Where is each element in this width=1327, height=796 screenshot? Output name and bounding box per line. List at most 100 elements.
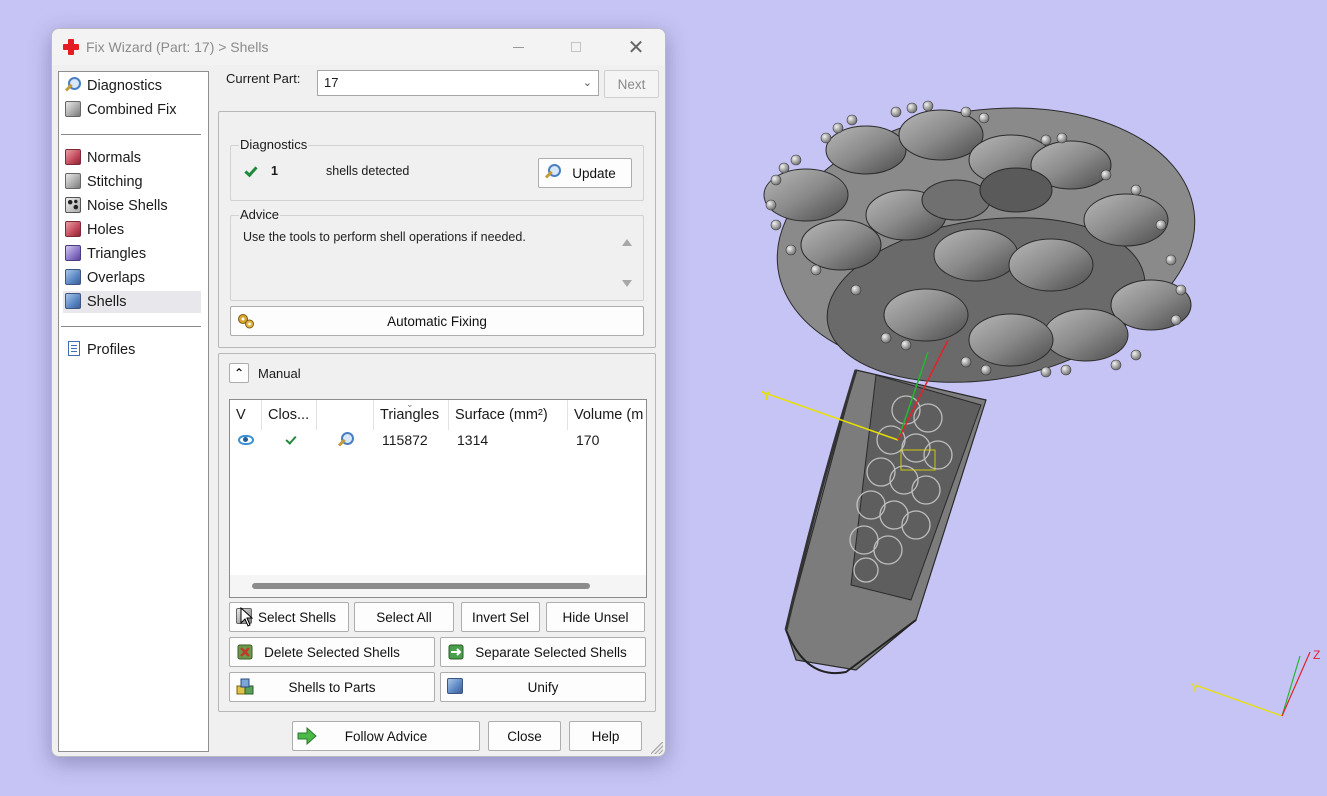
- sidebar-item-triangles[interactable]: Triangles: [63, 243, 201, 265]
- column-header-visible[interactable]: V: [230, 400, 262, 430]
- diagnostics-group: Diagnostics 1 shells detected Update: [230, 137, 644, 201]
- shells-to-parts-icon: [236, 678, 254, 696]
- invert-sel-button[interactable]: Invert Sel: [461, 602, 540, 632]
- column-header-icon[interactable]: [317, 400, 374, 430]
- select-shells-label: Select Shells: [257, 609, 337, 625]
- column-header-triangles[interactable]: Triangles ⌄: [374, 400, 449, 430]
- ok-check-icon: [244, 162, 258, 178]
- table-horizontal-scrollbar[interactable]: [230, 575, 646, 597]
- gizmo-y-label: Y: [1191, 681, 1199, 695]
- current-part-label: Current Part:: [226, 71, 301, 86]
- shell-inspect-magnifier-icon[interactable]: [330, 430, 354, 450]
- help-button[interactable]: Help: [569, 721, 642, 751]
- green-arrow-right-icon: [297, 726, 317, 746]
- unify-label: Unify: [527, 679, 559, 695]
- current-part-value: 17: [324, 75, 339, 90]
- separate-selected-shells-label: Separate Selected Shells: [475, 644, 627, 660]
- sidebar-item-label: Profiles: [87, 342, 136, 358]
- delete-selected-shells-button[interactable]: Delete Selected Shells: [229, 637, 435, 667]
- surface-value: 1314: [457, 432, 489, 448]
- profiles-document-icon: [65, 341, 83, 359]
- sidebar-item-label: Shells: [87, 294, 127, 310]
- visible-eye-icon[interactable]: [230, 430, 254, 450]
- sidebar-item-combined-fix[interactable]: Combined Fix: [63, 99, 201, 121]
- diagnostics-magnifier-icon: [65, 77, 83, 95]
- manual-panel: ⌃ Manual V Clos... Triangles ⌄ Surface (…: [218, 353, 656, 712]
- 3d-viewport[interactable]: Y Y Z: [666, 0, 1327, 796]
- shells-cube-icon: [65, 293, 83, 311]
- holes-cube-icon: [65, 221, 83, 239]
- sidebar-item-holes[interactable]: Holes: [63, 219, 201, 241]
- advice-group: Advice Use the tools to perform shell op…: [230, 207, 644, 301]
- hide-unsel-button[interactable]: Hide Unsel: [546, 602, 645, 632]
- advice-text: Use the tools to perform shell operation…: [243, 230, 526, 244]
- sidebar-item-label: Triangles: [87, 246, 147, 262]
- local-axis-y-label: Y: [762, 388, 771, 403]
- shells-table[interactable]: V Clos... Triangles ⌄ Surface (mm²) Volu…: [229, 399, 647, 598]
- shells-info-panel: Diagnostics 1 shells detected Update Adv…: [218, 111, 656, 348]
- resize-grip[interactable]: [651, 742, 663, 754]
- axis-gizmo: Y Z: [1191, 648, 1320, 717]
- sidebar-item-stitching[interactable]: Stitching: [63, 171, 201, 193]
- collapse-manual-button[interactable]: ⌃: [229, 363, 249, 383]
- sidebar-item-label: Normals: [87, 150, 141, 166]
- ring-model: Y Y Z: [761, 100, 1320, 717]
- shells-to-parts-label: Shells to Parts: [288, 679, 376, 695]
- stitching-cube-icon: [65, 173, 83, 191]
- column-header-surface[interactable]: Surface (mm²): [449, 400, 568, 430]
- chevron-down-icon: ⌄: [582, 77, 592, 89]
- sidebar-item-label: Holes: [87, 222, 125, 238]
- title-bar[interactable]: Fix Wizard (Part: 17) > Shells ✕: [52, 29, 665, 65]
- overlaps-cube-icon: [65, 269, 83, 287]
- current-part-select[interactable]: 17 ⌄: [317, 70, 599, 96]
- column-header-closed[interactable]: Clos...: [262, 400, 317, 430]
- follow-advice-button[interactable]: Follow Advice: [292, 721, 480, 751]
- noise-shells-icon: [65, 197, 83, 215]
- sidebar-item-profiles[interactable]: Profiles: [63, 339, 201, 361]
- column-header-volume[interactable]: Volume (m: [568, 400, 646, 430]
- shells-to-parts-button[interactable]: Shells to Parts: [229, 672, 435, 702]
- normals-cube-icon: [65, 149, 83, 167]
- maximize-button[interactable]: [553, 29, 599, 65]
- sidebar-item-noise-shells[interactable]: Noise Shells: [63, 195, 201, 217]
- maximize-icon: [571, 42, 581, 52]
- scrollbar-thumb[interactable]: [252, 583, 590, 589]
- triangles-cube-icon: [65, 245, 83, 263]
- follow-advice-label: Follow Advice: [344, 728, 428, 744]
- sidebar-item-overlaps[interactable]: Overlaps: [63, 267, 201, 289]
- minimize-icon: [512, 46, 524, 48]
- diagnostics-group-title: Diagnostics: [239, 137, 309, 152]
- scroll-down-icon[interactable]: [622, 280, 632, 287]
- close-window-button[interactable]: ✕: [613, 29, 659, 65]
- sidebar-item-shells[interactable]: Shells: [63, 291, 201, 313]
- minimize-button[interactable]: [495, 29, 541, 65]
- scroll-up-icon[interactable]: [622, 239, 632, 246]
- unify-button[interactable]: Unify: [440, 672, 646, 702]
- close-button[interactable]: Close: [488, 721, 561, 751]
- automatic-fixing-label: Automatic Fixing: [387, 313, 487, 329]
- next-button[interactable]: Next: [604, 70, 659, 98]
- sidebar-item-label: Overlaps: [87, 270, 146, 286]
- sidebar-item-diagnostics[interactable]: Diagnostics: [63, 75, 201, 97]
- sort-indicator-icon: ⌄: [406, 400, 414, 409]
- advice-scrollbar[interactable]: [619, 236, 635, 290]
- sidebar-item-normals[interactable]: Normals: [63, 147, 201, 169]
- wizard-sidebar: Diagnostics Combined Fix Normals Stitchi…: [58, 71, 209, 752]
- separate-shells-icon: [447, 643, 465, 661]
- close-icon: ✕: [627, 36, 645, 59]
- automatic-fixing-button[interactable]: Automatic Fixing: [230, 306, 644, 336]
- sidebar-divider: [61, 134, 201, 135]
- sidebar-item-label: Noise Shells: [87, 198, 168, 214]
- separate-selected-shells-button[interactable]: Separate Selected Shells: [440, 637, 646, 667]
- manual-title: Manual: [258, 366, 301, 381]
- gizmo-z-label: Z: [1313, 648, 1320, 662]
- gears-icon: [237, 312, 255, 330]
- advice-group-title: Advice: [239, 207, 281, 222]
- unify-cube-icon: [447, 678, 465, 696]
- update-button[interactable]: Update: [538, 158, 632, 188]
- select-all-button[interactable]: Select All: [354, 602, 454, 632]
- sidebar-item-label: Diagnostics: [87, 78, 162, 94]
- red-cross-app-icon: [62, 38, 80, 56]
- volume-value: 170: [576, 432, 600, 448]
- sidebar-item-label: Stitching: [87, 174, 143, 190]
